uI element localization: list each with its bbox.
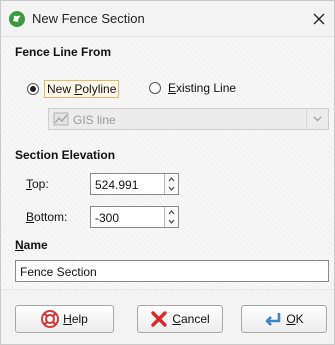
ok-icon [266,313,281,326]
existing-line-radio[interactable]: Existing Line [149,80,238,96]
bottom-label: Bottom: [26,210,68,224]
top-elevation-stepper[interactable] [164,174,178,194]
help-button[interactable]: Help [15,305,114,333]
close-icon [313,13,325,25]
dialog-body: Fence Line From New Polyline Existing Li… [1,37,334,344]
cancel-button[interactable]: Cancel [137,305,223,333]
leapfrog-icon [9,11,25,27]
new-polyline-radio[interactable]: New Polyline [27,80,120,98]
name-input-value: Fence Section [20,265,97,279]
window-title: New Fence Section [32,11,145,26]
chevron-up-icon[interactable] [168,177,175,182]
existing-line-select-value: GIS line [73,113,116,127]
new-polyline-label: New Polyline [44,80,120,98]
radio-button-selected[interactable] [27,83,39,95]
close-button[interactable] [304,1,334,37]
existing-line-select[interactable]: GIS line [48,108,329,130]
ok-button-label: OK [286,312,304,326]
fence-line-from-heading: Fence Line From [15,45,112,59]
help-icon [41,310,60,328]
cancel-icon [151,311,168,327]
existing-line-label: Existing Line [168,81,237,95]
chevron-down-icon [313,116,322,122]
section-elevation-heading: Section Elevation [15,148,116,162]
name-heading: Name [15,238,48,252]
title-bar: New Fence Section [1,1,334,37]
button-row: Help Cancel OK [1,289,334,344]
select-dropdown-button[interactable] [306,109,328,129]
ok-button[interactable]: OK [241,305,327,333]
new-fence-section-dialog: New Fence Section Fence Line From New Po… [0,0,335,345]
top-label: Top: [26,177,49,191]
bottom-elevation-stepper[interactable] [164,207,178,227]
top-elevation-value: 524.991 [95,178,139,192]
chevron-down-icon[interactable] [168,219,175,224]
chevron-down-icon[interactable] [168,186,175,191]
help-button-label: Help [63,312,88,326]
name-input[interactable]: Fence Section [15,260,329,282]
chevron-up-icon[interactable] [168,210,175,215]
bottom-elevation-value: -300 [95,211,120,225]
cancel-button-label: Cancel [172,312,210,326]
radio-button-unselected[interactable] [149,82,161,94]
gis-line-icon [53,112,69,126]
bottom-elevation-spinbox[interactable]: -300 [90,206,179,228]
top-elevation-spinbox[interactable]: 524.991 [90,173,179,195]
